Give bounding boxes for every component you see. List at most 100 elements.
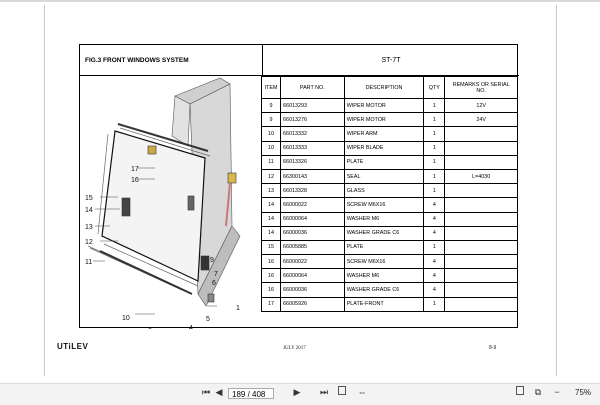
table-row: 9 66013293 WIPER MOTOR 1 12V	[261, 97, 518, 114]
cell-part-no: 66000022	[279, 197, 345, 213]
cell-part-no: 66013326	[279, 154, 345, 170]
cell-part-no: 66000022	[279, 254, 345, 270]
top-border	[0, 0, 600, 2]
cell-description: WIPER BLADE	[343, 140, 425, 156]
table-row: 11 66013326 PLATE 1	[261, 154, 518, 170]
prev-page-icon[interactable]: ◀	[213, 386, 225, 398]
two-page-icon[interactable]: ⧉	[532, 386, 544, 398]
cell-item: 9	[261, 97, 281, 114]
brand-logo: UTiLEV	[57, 342, 89, 351]
cell-qty: 4	[423, 225, 446, 241]
callout-17: 17	[131, 166, 139, 173]
parts-sheet: FIG.3 FRONT WINDOWS SYSTEM ST-7T 17 16 1…	[79, 44, 519, 329]
cell-item: 16	[261, 268, 281, 284]
cell-qty: 1	[423, 296, 446, 312]
callout-7: 7	[214, 271, 218, 278]
cell-remarks	[444, 296, 518, 312]
cell-description: PLATE	[343, 154, 425, 170]
cell-qty: 1	[423, 168, 446, 185]
cell-item: 10	[261, 140, 281, 156]
cell-qty: 1	[423, 126, 446, 142]
fit-page-icon[interactable]	[336, 386, 348, 398]
cell-qty: 1	[423, 154, 446, 170]
cell-qty: 1	[423, 140, 446, 156]
single-page-icon[interactable]	[514, 386, 526, 398]
table-row: 12 66300143 SEAL 1 L=4030	[261, 168, 518, 185]
cell-remarks	[444, 225, 518, 241]
cell-description: WASHER M6	[343, 211, 425, 227]
cell-qty: 1	[423, 97, 446, 114]
cell-remarks	[444, 140, 518, 156]
cell-item: 13	[261, 183, 281, 199]
cell-description: WIPER ARM	[343, 126, 425, 142]
header-qty: QTY	[423, 76, 446, 99]
cell-description: SEAL	[343, 168, 425, 185]
cell-item: 9	[261, 112, 281, 128]
cell-item: 11	[261, 154, 281, 170]
next-page-icon[interactable]: ▶	[291, 386, 303, 398]
callout-1: 1	[236, 305, 240, 312]
cell-qty: 1	[423, 183, 446, 199]
table-row: 16 66000022 SCREW M6X16 4	[261, 254, 518, 270]
model-label: ST-7T	[263, 45, 519, 76]
cell-part-no: 66013333	[279, 140, 345, 156]
cell-description: WASHER M6	[343, 268, 425, 284]
callout-12: 12	[85, 239, 93, 246]
cell-remarks	[444, 254, 518, 270]
cell-description: SCREW M6X16	[343, 197, 425, 213]
callout-4: 4	[189, 325, 193, 329]
cell-qty: 1	[423, 112, 446, 128]
cell-remarks	[444, 239, 518, 256]
table-row: 15 66005885 PLATE 1	[261, 239, 518, 256]
cell-qty: 4	[423, 197, 446, 213]
last-page-icon[interactable]: ⏭	[318, 386, 330, 398]
cell-qty: 4	[423, 268, 446, 284]
cell-item: 12	[261, 168, 281, 185]
first-page-icon[interactable]: ⏮	[200, 386, 212, 398]
cell-part-no: 66013328	[279, 183, 345, 199]
footer-page-ref: 8-9	[489, 345, 497, 351]
callout-11: 11	[85, 259, 92, 266]
header-part-no: PART NO.	[279, 76, 345, 99]
cell-qty: 4	[423, 282, 446, 298]
cell-description: WASHER GRADE C6	[343, 282, 425, 298]
cell-description: GLASS	[343, 183, 425, 199]
fit-width-icon[interactable]: ⇔	[356, 386, 368, 398]
cell-item: 16	[261, 282, 281, 298]
table-row: 16 66000064 WASHER M6 4	[261, 268, 518, 284]
header-item: ITEM	[261, 76, 281, 99]
cell-qty: 4	[423, 254, 446, 270]
table-row: 17 66005926 PLATE-FRONT 1	[261, 296, 518, 312]
cell-item: 15	[261, 239, 281, 256]
callout-5: 5	[206, 316, 210, 323]
cell-remarks: 12V	[444, 97, 518, 114]
cell-item: 17	[261, 296, 281, 312]
cell-remarks	[444, 154, 518, 170]
callout-13: 13	[85, 224, 93, 231]
cell-part-no: 66013293	[279, 97, 345, 114]
table-row: 14 66000064 WASHER M6 4	[261, 211, 518, 227]
cell-remarks	[444, 282, 518, 298]
cell-remarks: L=4030	[444, 168, 518, 185]
cell-remarks: 24V	[444, 112, 518, 128]
footer-date: JULY 2017	[283, 346, 306, 351]
cell-item: 16	[261, 254, 281, 270]
cell-remarks	[444, 211, 518, 227]
cell-item: 14	[261, 225, 281, 241]
callout-14: 14	[85, 207, 93, 214]
parts-table: ITEM PART NO. DESCRIPTION QTY REMARKS OR…	[261, 76, 518, 312]
header-description: DESCRIPTION	[343, 76, 425, 99]
table-row: 10 66013333 WIPER BLADE 1	[261, 140, 518, 156]
cell-part-no: 66000036	[279, 225, 345, 241]
cell-description: SCREW M6X16	[343, 254, 425, 270]
cell-part-no: 66000036	[279, 282, 345, 298]
exploded-diagram: 17 16 15 14 13 12 11 10 9 8 7 6 5 4 3 2 …	[85, 77, 241, 329]
cell-description: WASHER GRADE C6	[343, 225, 425, 241]
page-number-input[interactable]: 189 / 408	[228, 388, 274, 399]
zoom-out-icon[interactable]: −	[551, 386, 563, 398]
zoom-level[interactable]: 75%	[575, 388, 591, 397]
cell-part-no: 66013276	[279, 112, 345, 128]
table-row: 9 66013276 WIPER MOTOR 1 24V	[261, 112, 518, 128]
cell-qty: 1	[423, 239, 446, 256]
table-row: 16 66000036 WASHER GRADE C6 4	[261, 282, 518, 298]
